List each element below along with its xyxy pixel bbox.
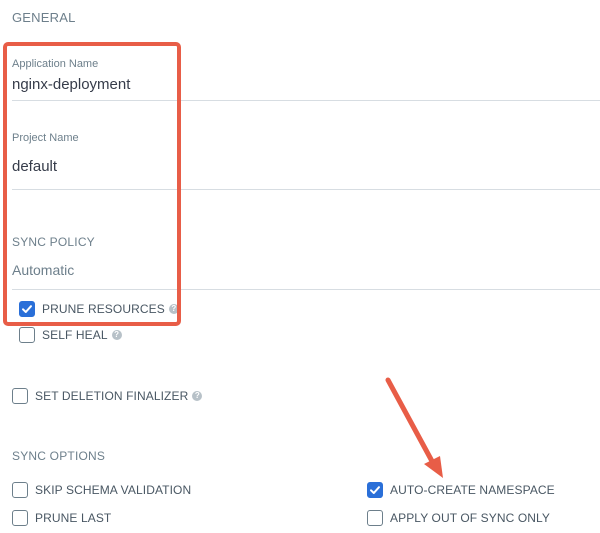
project-name-underline	[12, 189, 600, 190]
checkmark-icon	[370, 486, 380, 494]
auto-create-namespace-label: AUTO-CREATE NAMESPACE	[390, 483, 555, 497]
skip-schema-validation-checkbox[interactable]	[12, 482, 28, 498]
help-icon[interactable]: ?	[111, 330, 122, 340]
auto-create-namespace-option[interactable]: AUTO-CREATE NAMESPACE	[367, 482, 555, 498]
application-name-underline	[12, 100, 600, 101]
application-name-label: Application Name	[12, 58, 99, 70]
help-icon[interactable]: ?	[192, 391, 203, 401]
set-deletion-finalizer-option[interactable]: SET DELETION FINALIZER ?	[12, 388, 203, 404]
prune-resources-option[interactable]: PRUNE RESOURCES ?	[19, 301, 179, 317]
auto-create-namespace-checkbox[interactable]	[367, 482, 383, 498]
application-name-field[interactable]: nginx-deployment	[12, 76, 130, 93]
project-name-select[interactable]: default	[12, 158, 57, 175]
self-heal-label: SELF HEAL	[42, 328, 108, 342]
skip-schema-validation-label: SKIP SCHEMA VALIDATION	[35, 483, 192, 497]
help-icon[interactable]: ?	[168, 304, 179, 314]
checkmark-icon	[22, 305, 32, 313]
app-settings-panel: GENERAL Application Name nginx-deploymen…	[0, 0, 600, 533]
project-name-label: Project Name	[12, 132, 79, 144]
apply-out-of-sync-only-label: APPLY OUT OF SYNC ONLY	[390, 511, 551, 525]
apply-out-of-sync-only-checkbox[interactable]	[367, 510, 383, 526]
prune-last-label: PRUNE LAST	[35, 511, 112, 525]
sync-policy-select[interactable]: Automatic	[12, 262, 74, 278]
prune-last-option[interactable]: PRUNE LAST	[12, 510, 111, 526]
sync-policy-label: SYNC POLICY	[12, 235, 95, 249]
self-heal-option[interactable]: SELF HEAL ?	[19, 327, 122, 343]
sync-options-title: SYNC OPTIONS	[12, 449, 106, 463]
apply-out-of-sync-only-option[interactable]: APPLY OUT OF SYNC ONLY	[367, 510, 550, 526]
prune-last-checkbox[interactable]	[12, 510, 28, 526]
set-deletion-finalizer-label: SET DELETION FINALIZER	[35, 389, 189, 403]
prune-resources-checkbox[interactable]	[19, 301, 35, 317]
skip-schema-validation-option[interactable]: SKIP SCHEMA VALIDATION	[12, 482, 191, 498]
self-heal-checkbox[interactable]	[19, 327, 35, 343]
prune-resources-label: PRUNE RESOURCES	[42, 302, 165, 316]
general-section-title: GENERAL	[12, 10, 76, 25]
sync-policy-underline	[12, 289, 600, 290]
set-deletion-finalizer-checkbox[interactable]	[12, 388, 28, 404]
